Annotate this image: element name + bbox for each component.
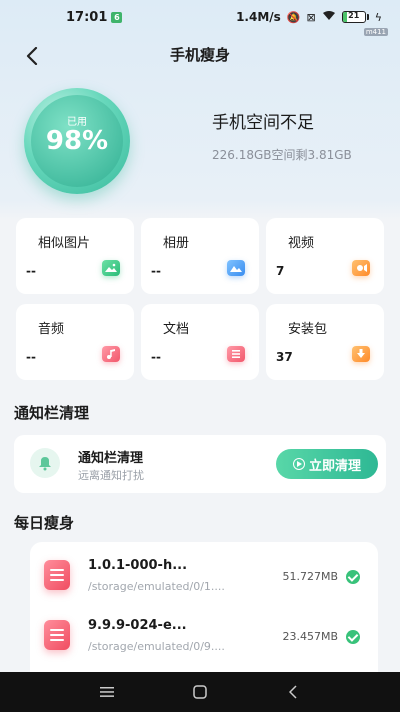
category-value: --	[26, 350, 36, 364]
document-icon	[44, 620, 70, 650]
category-album[interactable]: 相册 --	[141, 218, 259, 294]
category-label: 视频	[288, 236, 315, 251]
category-value: --	[26, 264, 36, 278]
home-button[interactable]	[180, 672, 220, 712]
document-icon	[227, 346, 245, 362]
check-icon[interactable]	[346, 630, 360, 644]
section-title-daily: 每日瘦身	[14, 514, 75, 532]
file-row[interactable]: 1.0.1-000-h... /storage/emulated/0/1....…	[30, 546, 378, 606]
category-value: --	[151, 264, 161, 278]
package-icon	[352, 346, 370, 362]
sim-icon: ⊠	[306, 10, 316, 24]
notification-badge: 6	[111, 11, 123, 23]
storage-headline: 手机空间不足	[212, 113, 314, 133]
check-icon[interactable]	[346, 570, 360, 584]
file-path: /storage/emulated/0/9....	[88, 640, 225, 653]
status-time: 17:01	[66, 9, 108, 25]
clean-now-button[interactable]: 立即清理	[276, 449, 378, 479]
charging-icon: ϟ	[374, 10, 382, 24]
category-value: 37	[276, 350, 293, 364]
music-icon	[102, 346, 120, 362]
category-audio[interactable]: 音频 --	[16, 304, 134, 380]
mute-icon: 🔕	[286, 10, 301, 24]
document-icon	[44, 560, 70, 590]
category-label: 相册	[163, 236, 190, 251]
category-label: 文档	[163, 322, 190, 337]
battery-level: 21	[348, 11, 360, 20]
image-icon	[102, 260, 120, 276]
notify-card-subtitle: 远离通知打扰	[78, 469, 144, 482]
file-path: /storage/emulated/0/1....	[88, 580, 225, 593]
corner-tag: m411	[363, 28, 388, 36]
page-title: 手机瘦身	[169, 46, 230, 64]
section-title-notify: 通知栏清理	[14, 404, 90, 422]
file-name: 1.0.1-000-h...	[88, 558, 188, 573]
file-list: 1.0.1-000-h... /storage/emulated/0/1....…	[30, 542, 378, 676]
category-label: 安装包	[288, 322, 328, 337]
header: 手机瘦身	[0, 36, 400, 76]
file-name: 9.9.9-024-e...	[88, 618, 187, 633]
menu-icon	[99, 687, 114, 697]
category-value: 7	[276, 264, 285, 278]
system-nav-bar	[0, 672, 400, 712]
notify-card: 通知栏清理 远离通知打扰 立即清理	[14, 435, 386, 493]
bell-icon	[30, 448, 60, 478]
category-document[interactable]: 文档 --	[141, 304, 259, 380]
file-row[interactable]: 9.9.9-024-e... /storage/emulated/0/9....…	[30, 606, 378, 666]
category-value: --	[151, 350, 161, 364]
wifi-icon	[322, 10, 336, 24]
category-grid: 相似图片 -- 相册 -- 视频 7 音频 -- 文档 -- 安装包 37	[16, 218, 384, 380]
category-similar-images[interactable]: 相似图片 --	[16, 218, 134, 294]
nav-back-button[interactable]	[273, 672, 313, 712]
status-bar: 17:01 6 1.4M/s 🔕 ⊠ 21 ϟ	[0, 0, 400, 34]
category-package[interactable]: 安装包 37	[266, 304, 384, 380]
video-icon	[352, 260, 370, 276]
storage-detail: 226.18GB空间剩3.81GB	[212, 148, 352, 162]
notify-card-title: 通知栏清理	[78, 451, 144, 466]
used-percent: 98%	[45, 126, 109, 156]
file-size: 51.727MB	[282, 570, 338, 583]
status-time-group: 17:01 6	[66, 9, 123, 25]
back-arrow-icon	[289, 685, 297, 699]
clean-now-label: 立即清理	[308, 458, 361, 474]
home-icon	[193, 685, 207, 699]
category-label: 相似图片	[38, 236, 91, 251]
storage-gauge: 已用 98%	[24, 88, 130, 194]
network-speed: 1.4M/s	[236, 10, 281, 24]
battery-icon: 21	[341, 11, 369, 23]
menu-button[interactable]	[87, 672, 127, 712]
play-icon	[292, 458, 305, 470]
file-size: 23.457MB	[282, 630, 338, 643]
status-right: 1.4M/s 🔕 ⊠ 21 ϟ	[236, 10, 382, 24]
photo-album-icon	[227, 260, 245, 276]
category-video[interactable]: 视频 7	[266, 218, 384, 294]
category-label: 音频	[38, 322, 65, 337]
